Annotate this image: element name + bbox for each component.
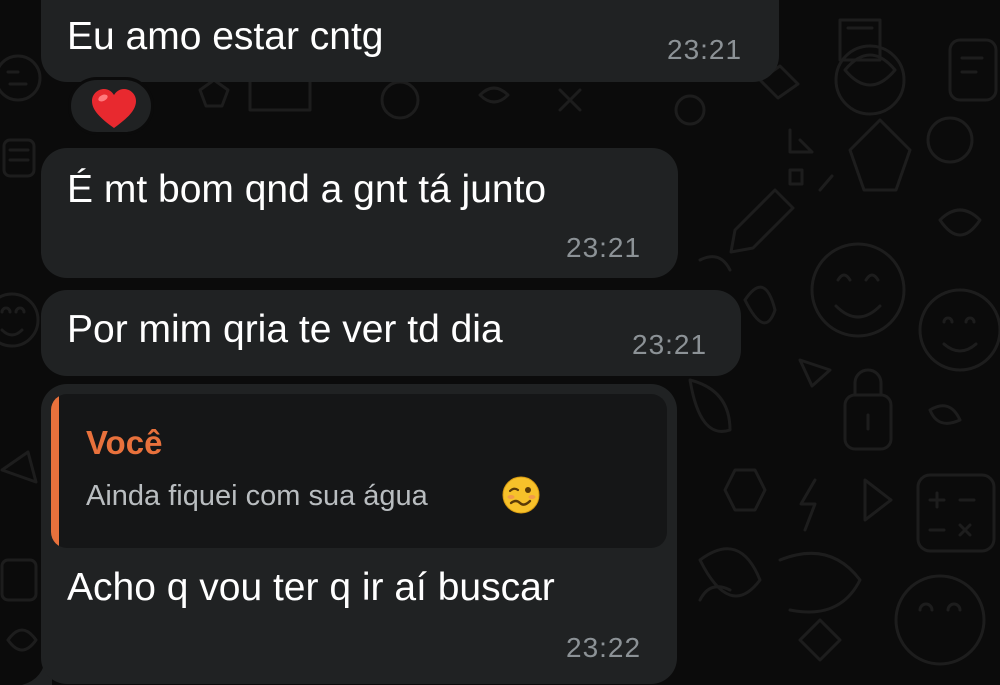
message-reaction[interactable] <box>68 77 154 135</box>
red-heart-icon <box>92 89 136 128</box>
message-time: 23:22 <box>566 632 642 663</box>
reply-quote-bar <box>51 394 59 548</box>
woozy-face-icon <box>502 476 540 514</box>
message-bubble-2[interactable]: É mt bom qnd a gnt tá junto 23:21 <box>41 148 678 278</box>
message-text: É mt bom qnd a gnt tá junto <box>67 168 547 211</box>
message-bubble-1[interactable]: Eu amo estar cntg 23:21 <box>41 0 779 82</box>
message-text: Eu amo estar cntg <box>67 15 384 58</box>
reply-quote[interactable]: Você Ainda fiquei com sua água <box>51 394 667 548</box>
message-time: 23:21 <box>566 232 642 263</box>
message-bubble-3[interactable]: Por mim qria te ver td dia 23:21 <box>41 290 741 376</box>
message-text: Acho q vou ter q ir aí buscar <box>67 566 555 609</box>
reply-author: Você <box>86 424 163 461</box>
message-time: 23:21 <box>632 329 708 360</box>
reply-text: Ainda fiquei com sua água <box>86 480 428 512</box>
message-text: Por mim qria te ver td dia <box>67 308 503 351</box>
message-time: 23:21 <box>667 34 743 65</box>
